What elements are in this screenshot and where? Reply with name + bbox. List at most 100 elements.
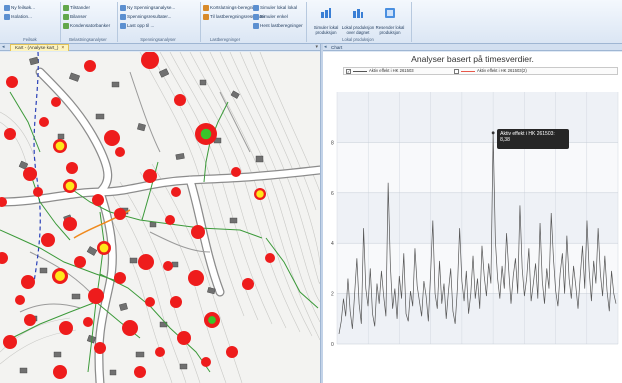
consumer-point[interactable]: [53, 365, 67, 379]
pin-icon[interactable]: ◂: [2, 45, 7, 50]
consumer-point[interactable]: [21, 275, 35, 289]
chart-panel-header: ◂ Chart: [323, 44, 622, 51]
consumer-point[interactable]: [122, 320, 138, 336]
consumer-point[interactable]: [115, 147, 125, 157]
y-tick-label: 2: [331, 292, 334, 298]
consumer-point[interactable]: [39, 117, 49, 127]
group-caption-lokal-produksjon: Lokal produksjon: [342, 37, 374, 42]
simulate-icon: [253, 5, 259, 11]
legend-label-series-1: Aktiv effekt i HK 261503: [369, 68, 414, 73]
y-tick-label: 0: [331, 342, 334, 348]
consumer-point[interactable]: [201, 357, 211, 367]
capacitor-banks-button[interactable]: Kondensatorbanker: [63, 22, 110, 30]
short-circuit-calc-button[interactable]: Kortslutnings-beregning: [203, 4, 259, 12]
isolation-label: Isolation...: [11, 14, 32, 19]
consumer-point[interactable]: [145, 297, 155, 307]
consumer-point[interactable]: [143, 169, 157, 183]
consumer-point[interactable]: [3, 335, 17, 349]
simulate-local-label: Simuler lokal lokal: [260, 5, 298, 10]
upload-icon: [120, 23, 126, 29]
upload-button[interactable]: Last opp til ...: [120, 22, 154, 30]
isolation-button[interactable]: Isolation...: [4, 13, 32, 21]
consumer-point[interactable]: [0, 252, 8, 264]
map-panel-header: ◂ Kart - (Analyse kart_) × ▾: [0, 44, 320, 51]
chart-plot[interactable]: 0 2 4 6 8: [323, 52, 622, 383]
consumer-point[interactable]: [83, 317, 93, 327]
consumer-point[interactable]: [171, 187, 181, 197]
consumer-point[interactable]: [188, 270, 204, 286]
consumer-point[interactable]: [163, 261, 173, 271]
consumer-point[interactable]: [24, 314, 36, 326]
simulate-local-button[interactable]: Simuler lokal lokal: [253, 4, 297, 12]
close-icon[interactable]: ▾: [315, 44, 318, 51]
pin-icon[interactable]: ◂: [324, 44, 327, 51]
peak-point[interactable]: [491, 131, 495, 135]
consumer-point[interactable]: [88, 288, 104, 304]
consumer-point[interactable]: [231, 167, 241, 177]
resend-production-icon: [385, 8, 395, 18]
consumer-point[interactable]: [141, 52, 159, 69]
legend-item-series-2[interactable]: Aktiv effekt i HK 261503(2): [454, 68, 527, 74]
fetch-load-calcs-label: Hent lastberegninger: [260, 23, 303, 28]
consumer-point[interactable]: [6, 76, 18, 88]
consumer-point[interactable]: [74, 256, 86, 268]
consumer-point-green-core: [200, 128, 212, 140]
balances-button[interactable]: Bilanser: [63, 13, 87, 21]
fetch-load-calcs-button[interactable]: Hent lastberegninger: [253, 22, 303, 30]
consumer-point[interactable]: [84, 60, 96, 72]
consumer-point[interactable]: [114, 208, 126, 220]
consumer-point[interactable]: [33, 187, 43, 197]
consumer-point[interactable]: [165, 215, 175, 225]
capacitor-banks-label: Kondensatorbanker: [70, 23, 111, 28]
consumer-point[interactable]: [66, 162, 78, 174]
consumer-point-yellow-core: [55, 271, 65, 281]
consumer-points[interactable]: [0, 52, 275, 379]
consumer-point[interactable]: [51, 97, 61, 107]
consumer-point[interactable]: [242, 278, 254, 290]
consumer-point[interactable]: [226, 346, 238, 358]
legend-item-series-1[interactable]: ✓ Aktiv effekt i HK 261503: [346, 68, 414, 74]
new-fault-search-label: Ny feilsøk...: [11, 5, 35, 10]
consumer-point[interactable]: [4, 128, 16, 140]
consumer-point[interactable]: [134, 366, 146, 378]
map-view[interactable]: [0, 52, 320, 383]
new-fault-search-button[interactable]: Ny feilsøk...: [4, 4, 35, 12]
upload-label: Last opp til ...: [127, 23, 155, 28]
consumer-point[interactable]: [41, 233, 55, 247]
consumer-point[interactable]: [59, 321, 73, 335]
consumer-point[interactable]: [92, 194, 104, 206]
consumer-point[interactable]: [94, 342, 106, 354]
consumer-point[interactable]: [15, 295, 25, 305]
simulate-single-label: Simuler enkel: [260, 14, 288, 19]
legend-line-series-2: [461, 70, 475, 72]
consumer-point[interactable]: [63, 217, 77, 231]
legend-label-series-2: Aktiv effekt i HK 261503(2): [477, 68, 527, 73]
group-caption-belastning: Belastningsanalyser: [69, 37, 107, 42]
voltage-results-button[interactable]: Spenningsresultater...: [120, 13, 171, 21]
consumer-point[interactable]: [170, 296, 182, 308]
map-canvas[interactable]: [0, 52, 320, 383]
consumer-point[interactable]: [155, 347, 165, 357]
group-caption-lastberegning: Lastberegninger: [209, 37, 241, 42]
legend-checkbox-series-2[interactable]: [454, 68, 459, 74]
resend-production-button[interactable]: Resender lokal produksjon: [370, 7, 410, 37]
consumer-point[interactable]: [114, 272, 126, 284]
consumer-point-yellow-core: [65, 181, 75, 191]
simulate-single-button[interactable]: Simuler enkel: [253, 13, 288, 21]
load-result-icon: [203, 14, 209, 20]
consumer-point[interactable]: [265, 253, 275, 263]
consumer-point[interactable]: [104, 130, 120, 146]
voltage-icon: [120, 5, 126, 11]
states-button[interactable]: Tilstander: [63, 4, 90, 12]
close-tab-icon[interactable]: ×: [61, 45, 64, 51]
new-voltage-analysis-button[interactable]: Ny Spenningsanalyse...: [120, 4, 175, 12]
tab-map[interactable]: Kart - (Analyse kart_) ×: [10, 44, 70, 51]
consumer-point[interactable]: [174, 94, 186, 106]
consumer-point[interactable]: [191, 225, 205, 239]
local-production-icon: [321, 8, 331, 18]
legend-checkbox-series-1[interactable]: ✓: [346, 68, 351, 74]
consumer-point[interactable]: [23, 167, 37, 181]
chart-band: [337, 192, 618, 244]
consumer-point[interactable]: [177, 331, 191, 345]
consumer-point[interactable]: [138, 254, 154, 270]
